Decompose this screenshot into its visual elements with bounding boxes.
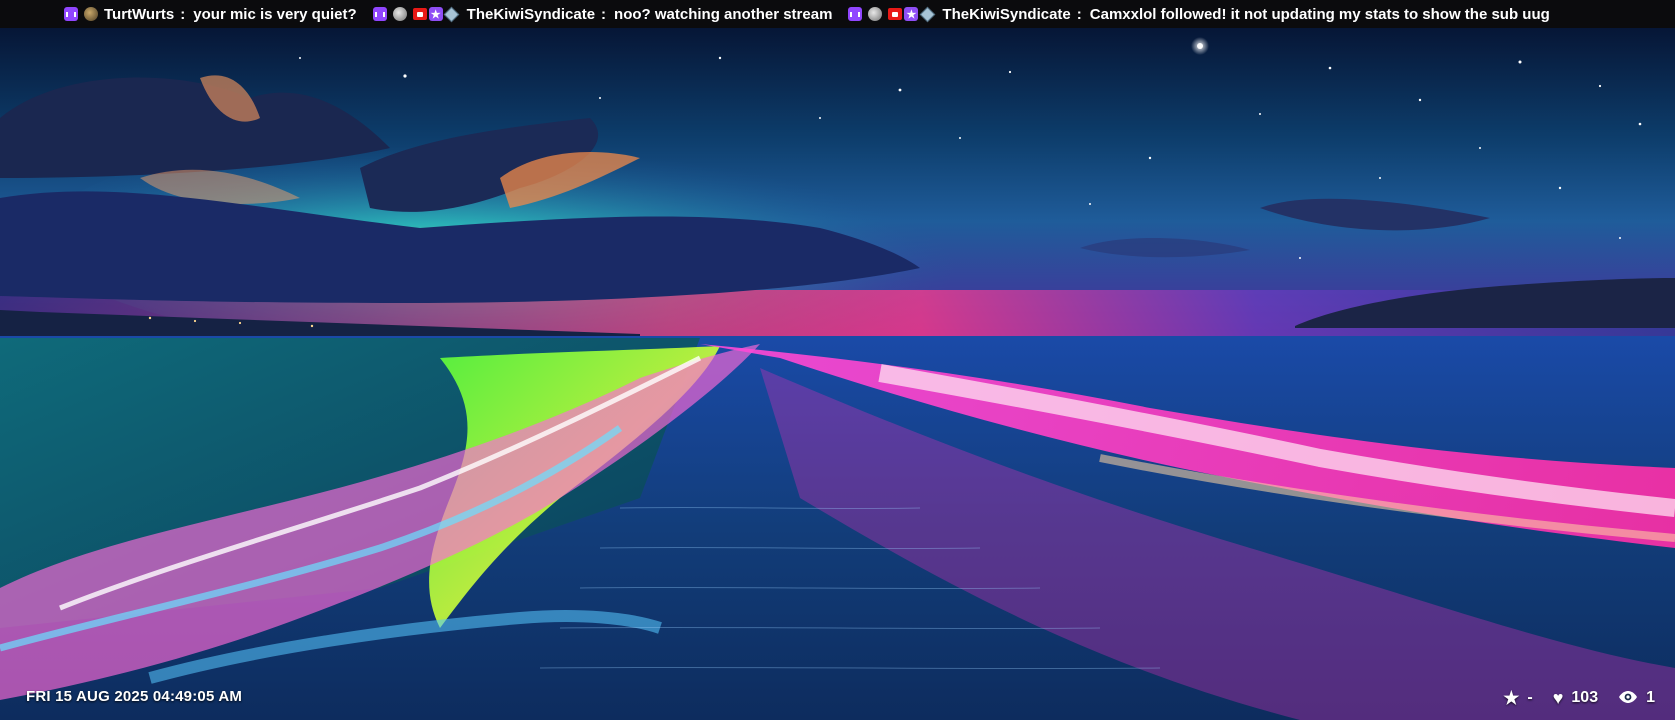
eye-icon bbox=[1618, 689, 1638, 707]
chat-message: ★ TheKiwiSyndicate : Camxxlol followed! … bbox=[848, 5, 1550, 23]
twitch-icon bbox=[64, 7, 78, 21]
chat-username: TheKiwiSyndicate bbox=[466, 5, 596, 23]
chat-text: noo? watching another stream bbox=[614, 5, 833, 23]
datetime-clock: FRI 15 AUG 2025 04:49:05 AM bbox=[26, 688, 243, 705]
chat-ticker: TurtWurts : your mic is very quiet? ★ Th… bbox=[0, 0, 1675, 28]
broadcaster-badge-icon bbox=[412, 8, 427, 20]
avatar-icon bbox=[392, 7, 407, 21]
chat-message: ★ TheKiwiSyndicate : noo? watching anoth… bbox=[372, 5, 833, 23]
chat-separator: : bbox=[1076, 5, 1082, 23]
diamond-badge-icon bbox=[445, 7, 459, 21]
avatar-icon bbox=[868, 7, 883, 21]
star-badge-icon: ★ bbox=[428, 7, 443, 21]
chat-username: TurtWurts bbox=[104, 5, 175, 23]
likes-stat: ♥ 103 bbox=[1553, 689, 1598, 707]
subs-stat: ★ - bbox=[1503, 689, 1532, 707]
avatar-icon bbox=[84, 7, 98, 21]
viewers-count: 1 bbox=[1646, 689, 1655, 706]
twitch-icon bbox=[372, 7, 387, 21]
chat-separator: : bbox=[601, 5, 607, 23]
subs-count: - bbox=[1527, 689, 1533, 706]
chat-username: TheKiwiSyndicate bbox=[942, 5, 1071, 23]
broadcaster-badge-icon bbox=[888, 8, 903, 20]
diamond-badge-icon bbox=[920, 7, 934, 21]
twitch-icon bbox=[848, 7, 863, 21]
chat-separator: : bbox=[180, 5, 186, 23]
stream-stats: ★ - ♥ 103 1 bbox=[1483, 686, 1655, 710]
chat-text: Camxxlol followed! it not updating my st… bbox=[1089, 5, 1550, 23]
likes-count: 103 bbox=[1571, 689, 1599, 706]
chat-text: your mic is very quiet? bbox=[193, 5, 357, 23]
chat-message: TurtWurts : your mic is very quiet? bbox=[64, 6, 357, 23]
star-icon: ★ bbox=[1503, 688, 1520, 708]
background-image bbox=[0, 28, 1675, 720]
heart-icon: ♥ bbox=[1552, 688, 1564, 708]
viewers-stat: 1 bbox=[1618, 689, 1655, 707]
star-badge-icon: ★ bbox=[904, 7, 919, 21]
